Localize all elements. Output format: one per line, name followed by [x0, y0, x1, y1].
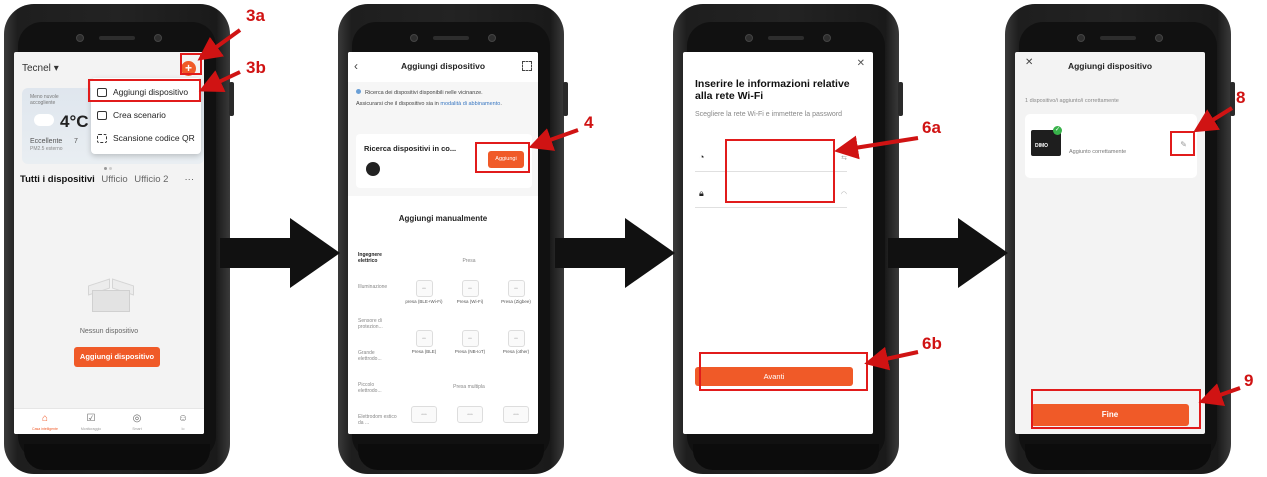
arrow-4	[528, 128, 579, 151]
arrow-8	[1193, 106, 1234, 133]
arrow-6a	[834, 135, 919, 160]
arrow-6b	[864, 346, 919, 371]
callout-4: 4	[584, 113, 594, 132]
arrow-9	[1198, 383, 1241, 406]
arrow-3a	[197, 28, 242, 61]
arrow-3b	[198, 70, 241, 93]
callout-6a: 6a	[922, 118, 941, 137]
callout-8: 8	[1236, 88, 1246, 107]
annotation-arrows	[197, 28, 1241, 406]
callout-3b: 3b	[246, 58, 266, 77]
callout-6b: 6b	[922, 334, 942, 353]
callout-9: 9	[1244, 371, 1254, 390]
callout-3a: 3a	[246, 6, 265, 25]
